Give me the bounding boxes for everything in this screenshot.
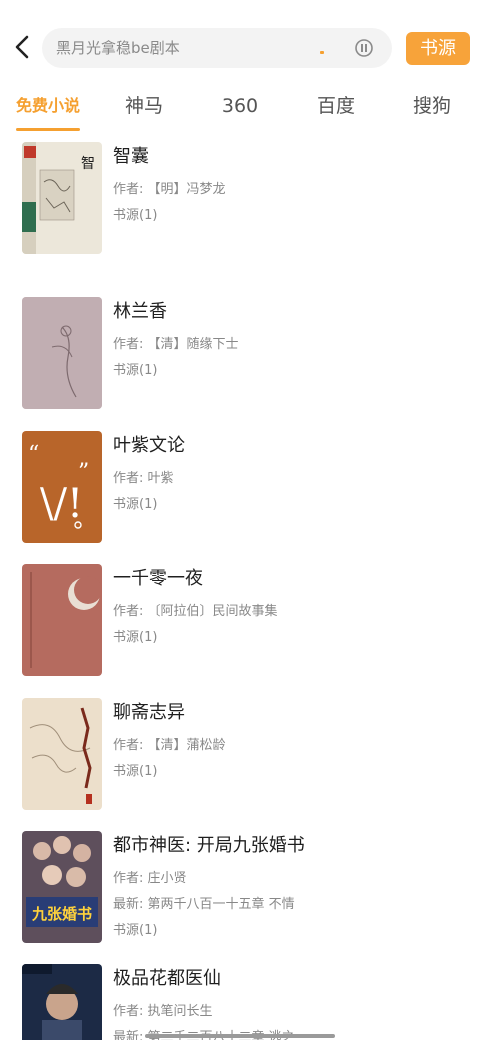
source-button[interactable]: 书源	[406, 32, 470, 65]
tab-free-novel[interactable]: 免费小说	[14, 88, 82, 124]
book-title: 林兰香	[113, 301, 167, 322]
tab-sogou[interactable]: 搜狗	[404, 88, 460, 124]
book-title: 叶紫文论	[113, 435, 185, 456]
voice-button[interactable]	[354, 38, 374, 58]
book-author: 作者: 庄小贤	[113, 871, 187, 886]
book-title: 一千零一夜	[113, 568, 203, 589]
list-item[interactable]: 极品花都医仙 作者: 执笔问长生 最新: 第二千二百八十二章 逃之	[0, 962, 480, 1040]
book-cover: “ ” \/!	[22, 431, 102, 543]
svg-text:智: 智	[81, 156, 95, 172]
book-source-count: 书源(1)	[113, 208, 158, 223]
source-tabs: 免费小说 神马 360 百度 搜狗	[0, 88, 480, 132]
book-title: 都市神医: 开局九张婚书	[113, 835, 305, 856]
book-author: 作者: 执笔问长生	[113, 1004, 213, 1019]
list-item[interactable]: 九张婚书 都市神医: 开局九张婚书 作者: 庄小贤 最新: 第两千八百一十五章 …	[0, 829, 480, 949]
back-arrow-icon	[15, 35, 29, 59]
book-cover: 智	[22, 142, 102, 254]
list-item[interactable]: 聊斋志异 作者: 【清】蒲松龄 书源(1)	[0, 696, 480, 816]
book-source-count: 书源(1)	[113, 630, 158, 645]
search-box[interactable]	[42, 28, 392, 68]
book-title: 智囊	[113, 146, 149, 167]
book-cover	[22, 698, 102, 810]
book-author: 作者: 〔阿拉伯〕民间故事集	[113, 604, 278, 619]
book-source-count: 书源(1)	[113, 363, 158, 378]
list-item[interactable]: 一千零一夜 作者: 〔阿拉伯〕民间故事集 书源(1)	[0, 562, 480, 682]
book-source-count: 书源(1)	[113, 923, 158, 938]
search-input[interactable]	[56, 28, 306, 68]
book-cover: 九张婚书	[22, 831, 102, 943]
list-item[interactable]: 林兰香 作者: 【清】随缘下士 书源(1)	[0, 295, 480, 415]
book-cover	[22, 964, 102, 1040]
book-title: 聊斋志异	[113, 702, 185, 723]
tab-baidu[interactable]: 百度	[308, 88, 364, 124]
active-tab-indicator	[16, 128, 80, 131]
book-source-count: 书源(1)	[113, 497, 158, 512]
book-cover	[22, 297, 102, 409]
top-bar: 书源	[0, 24, 480, 76]
book-author: 作者: 【明】冯梦龙	[113, 182, 226, 197]
book-author: 作者: 【清】蒲松龄	[113, 738, 226, 753]
book-author: 作者: 叶紫	[113, 471, 174, 486]
book-source-count: 书源(1)	[113, 764, 158, 779]
book-title: 极品花都医仙	[113, 968, 221, 989]
book-author: 作者: 【清】随缘下士	[113, 337, 239, 352]
voice-icon	[355, 39, 373, 57]
cursor-mark	[320, 51, 324, 54]
svg-text:\/!: \/!	[40, 481, 83, 527]
tab-360[interactable]: 360	[212, 88, 268, 124]
svg-text:“: “	[28, 442, 39, 467]
book-latest-chapter: 最新: 第两千八百一十五章 不情	[113, 897, 295, 912]
tab-shenma[interactable]: 神马	[116, 88, 172, 124]
home-indicator[interactable]	[145, 1034, 335, 1038]
svg-text:九张婚书: 九张婚书	[31, 905, 92, 923]
list-item[interactable]: “ ” \/! 叶紫文论 作者: 叶紫 书源(1)	[0, 429, 480, 549]
book-cover	[22, 564, 102, 676]
back-button[interactable]	[10, 34, 36, 60]
list-item[interactable]: 智 智囊 作者: 【明】冯梦龙 书源(1)	[0, 140, 480, 260]
